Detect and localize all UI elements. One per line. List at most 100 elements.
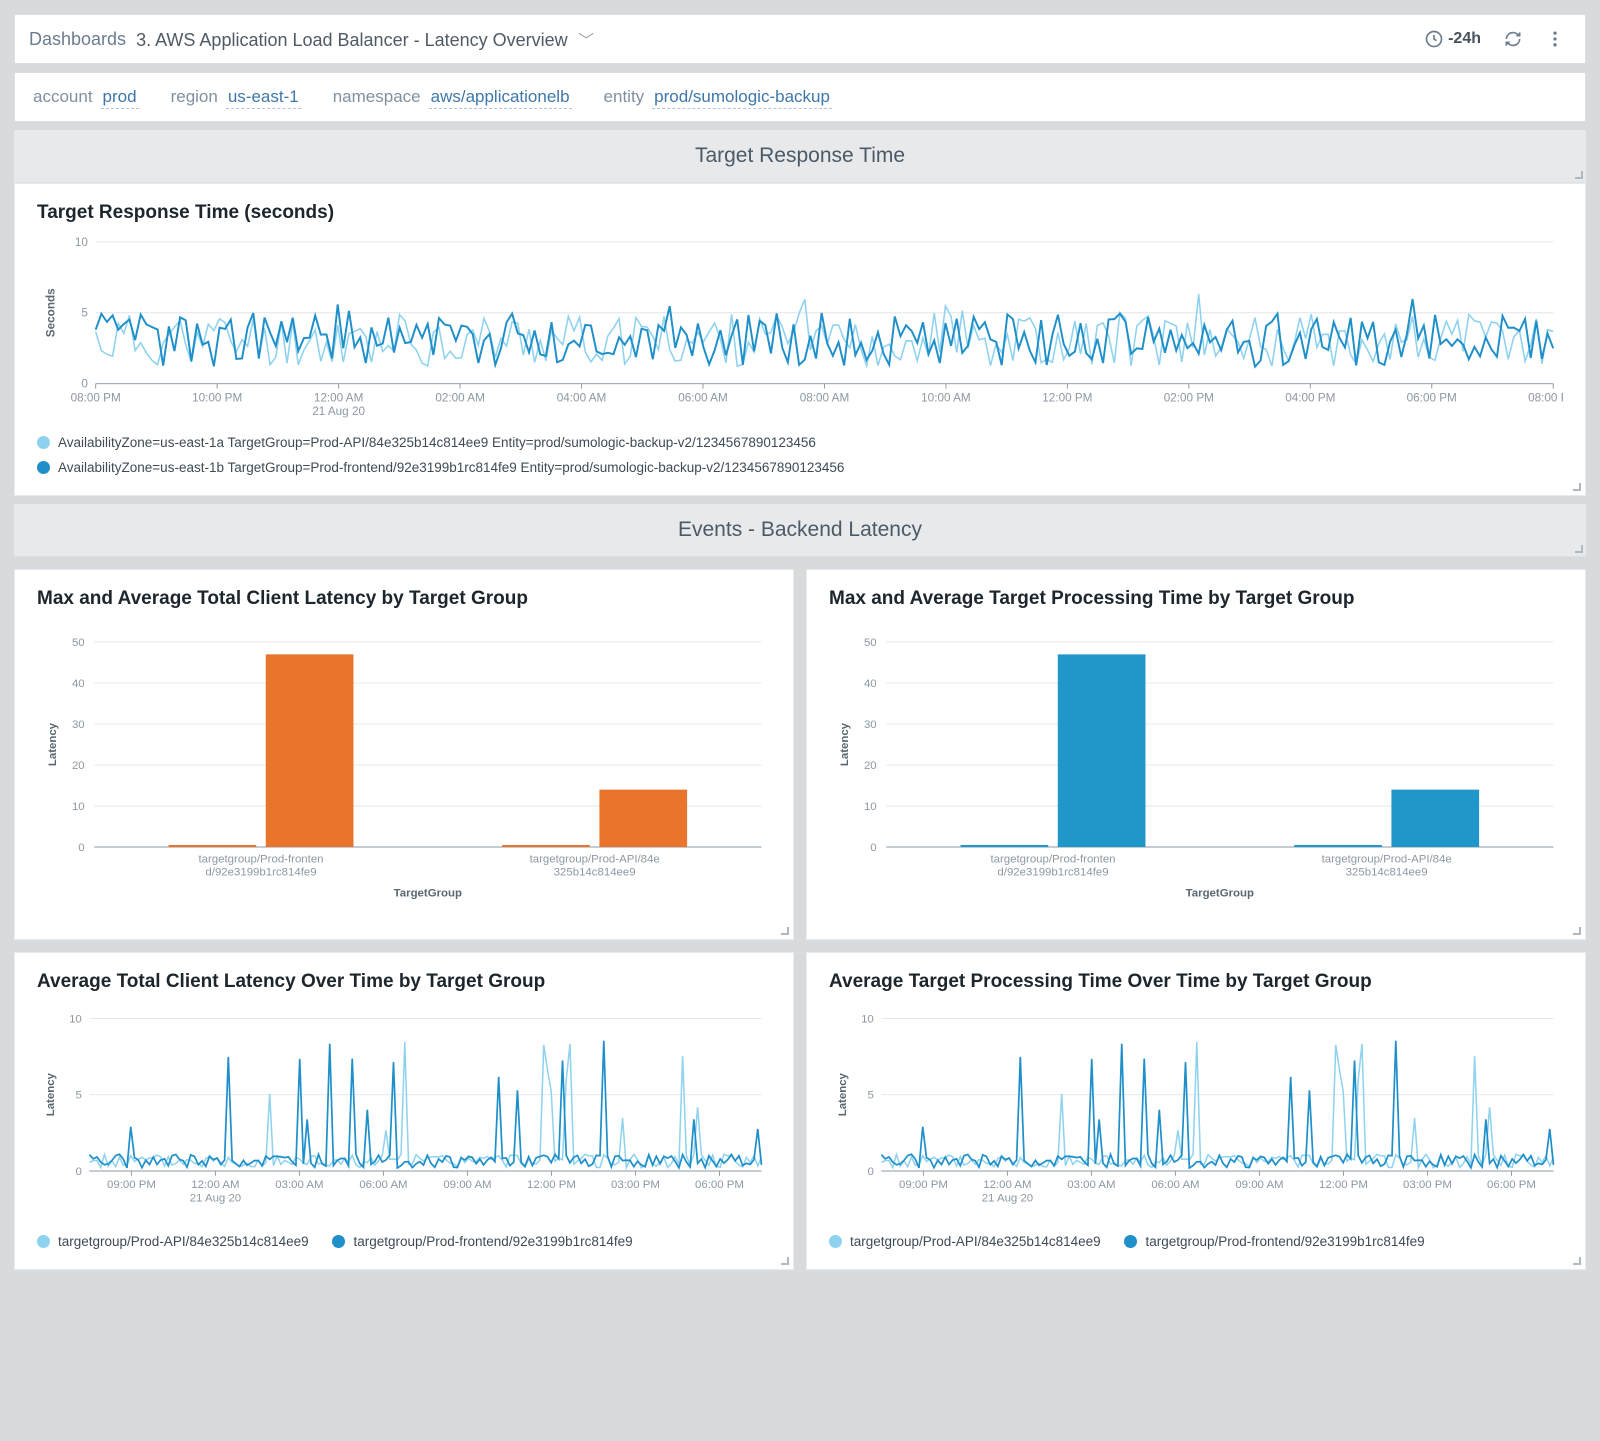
more-vertical-icon (1545, 29, 1565, 49)
timerange-picker[interactable]: -24h (1418, 23, 1487, 55)
legend-swatch-icon (37, 1235, 50, 1248)
svg-text:10: 10 (861, 1013, 874, 1025)
svg-text:06:00 AM: 06:00 AM (359, 1179, 407, 1191)
svg-text:10: 10 (75, 236, 89, 249)
svg-text:50: 50 (864, 637, 877, 649)
svg-text:Latency: Latency (45, 1072, 57, 1116)
panel-title: Target Response Time (seconds) (37, 202, 1563, 224)
svg-text:03:00 PM: 03:00 PM (1403, 1179, 1452, 1191)
legend-item[interactable]: targetgroup/Prod-API/84e325b14c814ee9 (37, 1234, 309, 1249)
svg-text:06:00 AM: 06:00 AM (1151, 1179, 1199, 1191)
svg-text:40: 40 (864, 678, 877, 690)
svg-text:10:00 PM: 10:00 PM (192, 391, 242, 404)
chart-bar-client-latency[interactable]: 01020304050Latencytargetgroup/Prod-front… (37, 616, 771, 916)
filter-val-region[interactable]: us-east-1 (226, 87, 301, 109)
svg-text:5: 5 (867, 1090, 873, 1102)
svg-text:d/92e3199b1rc814fe9: d/92e3199b1rc814fe9 (997, 867, 1108, 879)
panel-title: Average Total Client Latency Over Time b… (37, 971, 771, 993)
svg-text:325b14c814ee9: 325b14c814ee9 (554, 867, 636, 879)
chart-bar-target-processing[interactable]: 01020304050Latencytargetgroup/Prod-front… (829, 616, 1563, 916)
svg-text:03:00 AM: 03:00 AM (275, 1179, 323, 1191)
svg-text:10: 10 (72, 801, 85, 813)
svg-text:12:00 PM: 12:00 PM (1042, 391, 1092, 404)
filter-key-namespace: namespace (333, 87, 421, 106)
legend-swatch-icon (37, 461, 50, 474)
clock-icon (1424, 29, 1444, 49)
filter-val-namespace[interactable]: aws/applicationelb (429, 87, 572, 109)
panel-target-response-time: Target Response Time (seconds) 0510Secon… (14, 183, 1586, 496)
page-title[interactable]: 3. AWS Application Load Balancer - Laten… (136, 30, 568, 50)
refresh-button[interactable] (1497, 23, 1529, 55)
panel-title: Average Target Processing Time Over Time… (829, 971, 1563, 993)
legend-item[interactable]: AvailabilityZone=us-east-1b TargetGroup=… (37, 460, 844, 475)
chart-line-client-latency[interactable]: 0510Latency09:00 PM12:00 AM21 Aug 2003:0… (37, 999, 771, 1219)
svg-text:21 Aug 20: 21 Aug 20 (190, 1192, 241, 1204)
svg-text:targetgroup/Prod-fronten: targetgroup/Prod-fronten (990, 853, 1115, 865)
panel-max-avg-client-latency: Max and Average Total Client Latency by … (14, 569, 794, 940)
svg-text:0: 0 (867, 1166, 873, 1178)
section-events-backend-latency: Events - Backend Latency (14, 504, 1586, 557)
filter-bar: account prod region us-east-1 namespace aws… (14, 72, 1586, 122)
svg-text:Latency: Latency (837, 1072, 849, 1116)
svg-text:TargetGroup: TargetGroup (394, 888, 462, 900)
svg-text:targetgroup/Prod-API/84e: targetgroup/Prod-API/84e (1322, 853, 1452, 865)
svg-text:0: 0 (870, 842, 876, 854)
svg-text:06:00 PM: 06:00 PM (695, 1179, 744, 1191)
panel-title: Max and Average Total Client Latency by … (37, 588, 771, 610)
svg-text:12:00 AM: 12:00 AM (191, 1179, 239, 1191)
legend-item[interactable]: targetgroup/Prod-API/84e325b14c814ee9 (829, 1234, 1101, 1249)
panel-avg-client-latency-over-time: Average Total Client Latency Over Time b… (14, 952, 794, 1270)
svg-text:5: 5 (81, 307, 88, 320)
legend-item[interactable]: targetgroup/Prod-frontend/92e3199b1rc814… (1124, 1234, 1424, 1249)
filter-key-entity: entity (604, 87, 645, 106)
svg-text:09:00 PM: 09:00 PM (107, 1179, 156, 1191)
svg-text:30: 30 (864, 719, 877, 731)
svg-text:09:00 AM: 09:00 AM (1235, 1179, 1283, 1191)
svg-text:TargetGroup: TargetGroup (1186, 888, 1254, 900)
legend-item[interactable]: targetgroup/Prod-frontend/92e3199b1rc814… (332, 1234, 632, 1249)
svg-text:10: 10 (864, 801, 877, 813)
filter-val-entity[interactable]: prod/sumologic-backup (652, 87, 832, 109)
svg-text:12:00 AM: 12:00 AM (314, 391, 364, 404)
svg-text:targetgroup/Prod-API/84e: targetgroup/Prod-API/84e (530, 853, 660, 865)
breadcrumb-root[interactable]: Dashboards (29, 29, 126, 50)
svg-text:02:00 PM: 02:00 PM (1164, 391, 1214, 404)
svg-text:21 Aug 20: 21 Aug 20 (982, 1192, 1033, 1204)
panel-max-avg-target-processing: Max and Average Target Processing Time b… (806, 569, 1586, 940)
svg-text:08:00 PM: 08:00 PM (71, 391, 121, 404)
legend-item[interactable]: AvailabilityZone=us-east-1a TargetGroup=… (37, 435, 816, 450)
chart-line-target-processing[interactable]: 0 5 10 Latency 09:00 PM 12:00 AM21 Aug 20 03:0… (829, 999, 1563, 1219)
svg-text:30: 30 (72, 719, 85, 731)
legend-swatch-icon (1124, 1235, 1137, 1248)
svg-text:40: 40 (72, 678, 85, 690)
svg-text:5: 5 (75, 1090, 81, 1102)
svg-text:08:00 PM: 08:00 PM (1528, 391, 1563, 404)
svg-text:0: 0 (81, 378, 88, 391)
svg-text:12:00 PM: 12:00 PM (1319, 1179, 1368, 1191)
svg-text:12:00 PM: 12:00 PM (527, 1179, 576, 1191)
svg-text:08:00 AM: 08:00 AM (800, 391, 850, 404)
filter-key-region: region (171, 87, 218, 106)
chevron-down-icon[interactable]: ﹀ (578, 33, 594, 50)
header-bar: Dashboards 3. AWS Application Load Balan… (14, 14, 1586, 64)
chart-target-response-time[interactable]: 0510Seconds08:00 PM10:00 PM12:00 AM21 Au… (37, 230, 1563, 420)
svg-text:06:00 AM: 06:00 AM (678, 391, 728, 404)
svg-text:Latency: Latency (839, 722, 851, 766)
svg-text:d/92e3199b1rc814fe9: d/92e3199b1rc814fe9 (205, 867, 316, 879)
svg-text:20: 20 (72, 760, 85, 772)
svg-text:04:00 PM: 04:00 PM (1285, 391, 1335, 404)
section-title: Target Response Time (695, 144, 905, 167)
svg-text:10:00 AM: 10:00 AM (921, 391, 971, 404)
kebab-menu[interactable] (1539, 23, 1571, 55)
section-title: Events - Backend Latency (678, 518, 922, 541)
filter-key-account: account (33, 87, 93, 106)
section-target-response-time: Target Response Time (14, 130, 1586, 183)
svg-text:06:00 PM: 06:00 PM (1487, 1179, 1536, 1191)
svg-text:03:00 PM: 03:00 PM (611, 1179, 660, 1191)
legend-swatch-icon (37, 436, 50, 449)
filter-val-account[interactable]: prod (101, 87, 139, 109)
panel-title: Max and Average Target Processing Time b… (829, 588, 1563, 610)
svg-text:12:00 AM: 12:00 AM (983, 1179, 1031, 1191)
legend-swatch-icon (332, 1235, 345, 1248)
svg-text:09:00 PM: 09:00 PM (899, 1179, 948, 1191)
